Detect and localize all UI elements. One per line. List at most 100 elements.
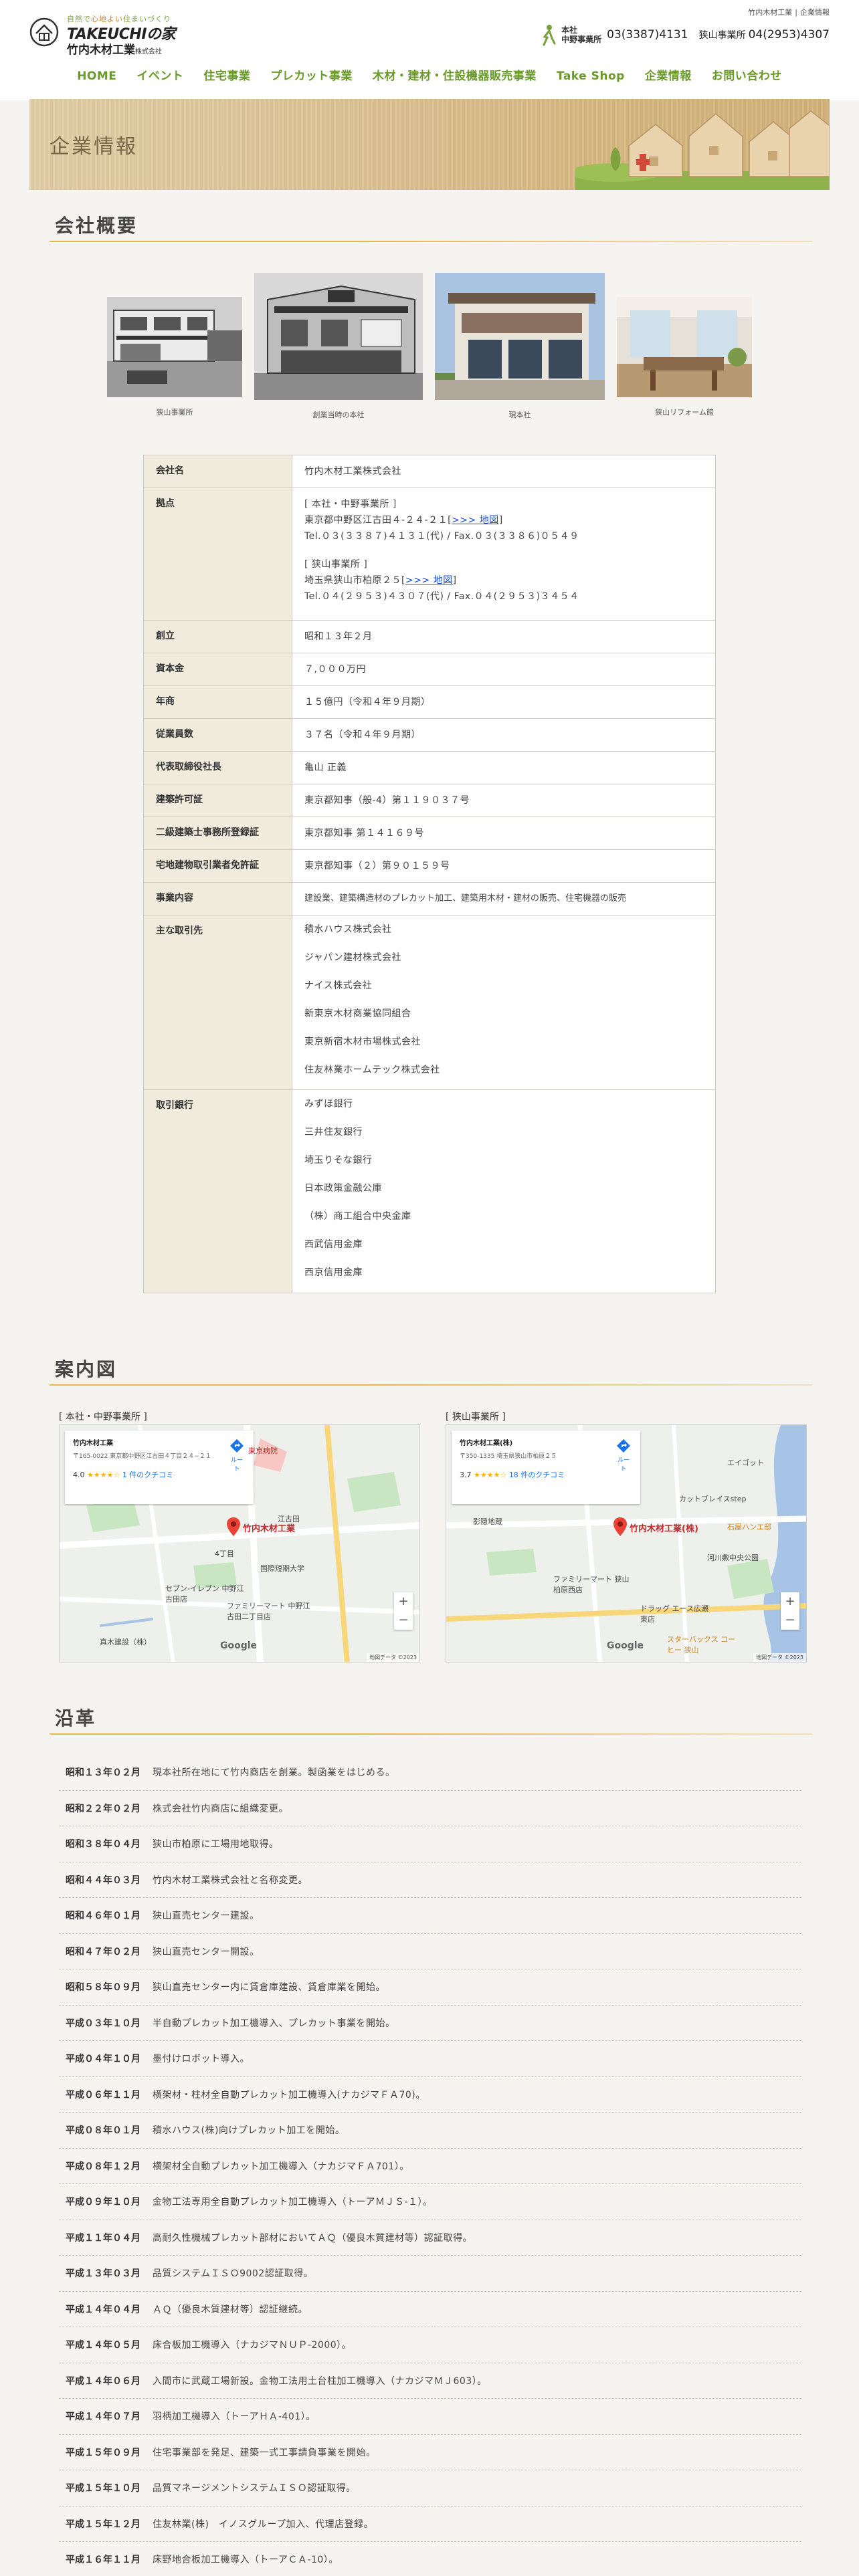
nav-home[interactable]: HOME	[67, 62, 126, 91]
table-row: 取引銀行 みずほ銀行 三井住友銀行 埼玉りそな銀行 日本政策金融公庫 （株）商工…	[143, 1089, 716, 1293]
row-label-clients: 主な取引先	[143, 915, 292, 1090]
history-list: 昭和１３年０２月 現本社所在地にて竹内商店を創業。製函業をはじめる。 昭和２２年０２…	[59, 1755, 801, 2576]
table-row: 従業員数 ３７名（令和４年９月期）	[143, 718, 716, 752]
list-item: 東京新宿木材市場株式会社	[304, 1037, 421, 1047]
history-text: 狭山直売センター建設。	[153, 1911, 260, 1922]
breadcrumb-current[interactable]: 企業情報	[797, 8, 832, 17]
photo-caption: 狭山リフォーム館	[655, 408, 714, 417]
list-item: 三井住友銀行	[304, 1127, 363, 1138]
map-place-label: 真木建設（株）	[100, 1638, 151, 1646]
history-text: 金物工法専用全自動プレカット加工機導入（トーアＭＪＳ-１）。	[153, 2197, 433, 2208]
main-phone-number[interactable]: 03(3387)4131	[607, 28, 688, 41]
directions-button[interactable]: ルート	[228, 1438, 246, 1473]
history-text: 積水ハウス(株)向けプレカット加工を開始。	[153, 2125, 345, 2137]
history-row: 昭和２２年０２月 株式会社竹内商店に組織変更。	[59, 1791, 801, 1826]
history-text: 住友林業(株) イノスグループ加入、代理店登録。	[153, 2518, 374, 2530]
nav-precut[interactable]: プレカット事業	[260, 62, 363, 91]
nav-event[interactable]: イベント	[126, 62, 193, 91]
row-label-banks: 取引銀行	[143, 1089, 292, 1293]
row-label-founded: 創立	[143, 620, 292, 653]
list-item: 西武信用金庫	[304, 1239, 363, 1250]
table-row: 資本金 ７,０００万円	[143, 653, 716, 686]
map-pin-icon[interactable]	[227, 1517, 240, 1536]
sayama-reform-house-image	[617, 297, 752, 397]
history-text: 高耐久性機械プレカット部材においてＡＱ（優良木質建材等）認証取得。	[153, 2232, 473, 2244]
reviews-link[interactable]: 1 件のクチコミ	[122, 1471, 174, 1479]
president-value: 亀山 正義	[292, 751, 716, 784]
list-item: ナイス株式会社	[304, 980, 373, 991]
nav-materials[interactable]: 木材・建材・住設機器販売事業	[363, 62, 547, 91]
map-place-card[interactable]: 竹内木材工業 〒165-0022 東京都中野区江古田４丁目２４−２１ 4.0 ★…	[65, 1430, 254, 1504]
history-row: 昭和４７年０２月 狭山直売センター開設。	[59, 1934, 801, 1969]
zoom-in-button[interactable]: +	[781, 1592, 799, 1611]
map-zoom-control: + −	[394, 1592, 413, 1630]
zoom-in-button[interactable]: +	[394, 1592, 413, 1611]
history-text: 品質マネージメントシステムＩＳＯ認証取得。	[153, 2483, 356, 2494]
realestate-license-value: 東京都知事（２）第９０１５９号	[292, 849, 716, 883]
photo-sayama-reform-house: 狭山リフォーム館	[617, 297, 752, 417]
current-head-office-image	[435, 273, 605, 400]
nav-housing[interactable]: 住宅事業	[193, 62, 260, 91]
contact-label: 本社 中野事業所	[561, 25, 602, 44]
list-item: ジャパン建材株式会社	[304, 952, 401, 963]
history-row: 平成０４年１０月 墨付けロボット導入。	[59, 2041, 801, 2077]
history-text: 竹内木材工業株式会社と名称変更。	[153, 1874, 308, 1886]
map-pin-icon[interactable]	[613, 1517, 627, 1536]
row-label-president: 代表取締役社長	[143, 751, 292, 784]
history-date: 平成１３年０３月	[66, 2268, 140, 2280]
company-overview-table: 会社名 竹内木材工業株式会社 拠点 [ 本社・中野事業所 ] 東京都中野区江古田…	[143, 455, 716, 1293]
construction-license-value: 東京都知事（般-4）第１１９０３７号	[292, 784, 716, 817]
sayama-office-map-link[interactable]: >>> 地図	[405, 575, 453, 586]
sayama-phone-number[interactable]: 04(2953)4307	[749, 28, 830, 41]
head-office-tel-fax: Tel.０３(３３８７)４１３１(代) / Fax.０３(３３８６)０５４９	[304, 531, 579, 542]
banks-list: みずほ銀行 三井住友銀行 埼玉りそな銀行 日本政策金融公庫 （株）商工組合中央金…	[292, 1089, 716, 1293]
history-row: 平成１４年０５月 床合板加工機導入（ナカジマＮＵＰ-2000）。	[59, 2327, 801, 2363]
zoom-out-button[interactable]: −	[781, 1611, 799, 1630]
history-date: 平成０３年１０月	[66, 2018, 140, 2029]
embedded-map-head-office[interactable]: 竹内木材工業 〒165-0022 東京都中野区江古田４丁目２４−２１ 4.0 ★…	[59, 1424, 420, 1662]
map-place-label: カットブレイスstep	[679, 1495, 747, 1503]
history-row: 平成０８年１２月 横架材全自動プレカット加工機導入（ナカジマＦＡ701）。	[59, 2149, 801, 2184]
zoom-out-button[interactable]: −	[394, 1611, 413, 1630]
founding-office-image	[254, 273, 423, 400]
directions-button[interactable]: ルート	[615, 1438, 632, 1473]
map-pin-label: 竹内木材工業(株)	[630, 1524, 698, 1534]
table-row: 代表取締役社長 亀山 正義	[143, 751, 716, 784]
nav-company[interactable]: 企業情報	[635, 62, 702, 91]
history-row: 昭和３８年０４月 狭山市柏原に工場用地取得。	[59, 1826, 801, 1862]
site-logo[interactable]: 自然で心地よい住まいづくり TAKEUCHIの家 竹内木材工業株式会社	[29, 13, 203, 57]
history-text: 床野地合板加工機導入（トーアＣＡ-10）。	[153, 2555, 339, 2566]
table-row: 宅地建物取引業者免許証 東京都知事（２）第９０１５９号	[143, 849, 716, 883]
history-row: 平成１４年０６月 入間市に武蔵工場新設。金物工法用土台柱加工機導入（ナカジマＭＪ6…	[59, 2363, 801, 2399]
nav-take-shop[interactable]: Take Shop	[547, 62, 635, 91]
history-date: 昭和４４年０３月	[66, 1874, 140, 1886]
capital-value: ７,０００万円	[292, 653, 716, 686]
history-text: 半自動プレカット加工機導入、プレカット事業を開始。	[153, 2018, 395, 2029]
breadcrumb-home[interactable]: 竹内木材工業	[745, 8, 795, 17]
nav-contact[interactable]: お問い合わせ	[702, 62, 792, 91]
history-date: 平成１４年０５月	[66, 2340, 140, 2351]
reviews-link[interactable]: 18 件のクチコミ	[509, 1471, 565, 1479]
directions-icon	[617, 1439, 630, 1453]
row-label-company-name: 会社名	[143, 455, 292, 488]
history-date: 平成１１年０４月	[66, 2232, 140, 2244]
history-text: 床合板加工機導入（ナカジマＮＵＰ-2000）。	[153, 2340, 352, 2351]
employees-value: ３７名（令和４年９月期）	[292, 718, 716, 752]
head-office-title: [ 本社・中野事業所 ]	[304, 499, 397, 510]
row-label-bases: 拠点	[143, 488, 292, 621]
row-label-architect-office: 二級建築士事務所登録証	[143, 817, 292, 850]
history-date: 平成１４年０６月	[66, 2375, 140, 2387]
map-place-label: ファミリーマート 中野江古田二丁目店	[227, 1602, 310, 1621]
map-place-card[interactable]: 竹内木材工業(株) 〒350-1335 埼玉県狭山市柏原２５ 3.7 ★★★★☆…	[452, 1430, 640, 1504]
section-heading-map: 案内図	[50, 1355, 812, 1386]
list-item: 積水ハウス株式会社	[304, 924, 392, 935]
sayama-label: 狭山事業所	[698, 30, 746, 41]
map-attribution: 地図データ ©2023	[753, 1653, 806, 1662]
head-office-map-link[interactable]: >>> 地図	[452, 515, 499, 526]
wooden-houses-illustration	[575, 110, 830, 190]
sales-value: １５億円（令和４年９月期）	[292, 685, 716, 719]
history-text: 品質システムＩＳＯ9002認証取得。	[153, 2268, 314, 2280]
list-item: 住友林業ホームテック株式会社	[304, 1065, 440, 1075]
embedded-map-sayama-office[interactable]: 竹内木材工業(株) 〒350-1335 埼玉県狭山市柏原２５ 3.7 ★★★★☆…	[446, 1424, 807, 1662]
history-row: 平成１４年０４月 ＡＱ（優良木質建材等）認証継続。	[59, 2292, 801, 2327]
